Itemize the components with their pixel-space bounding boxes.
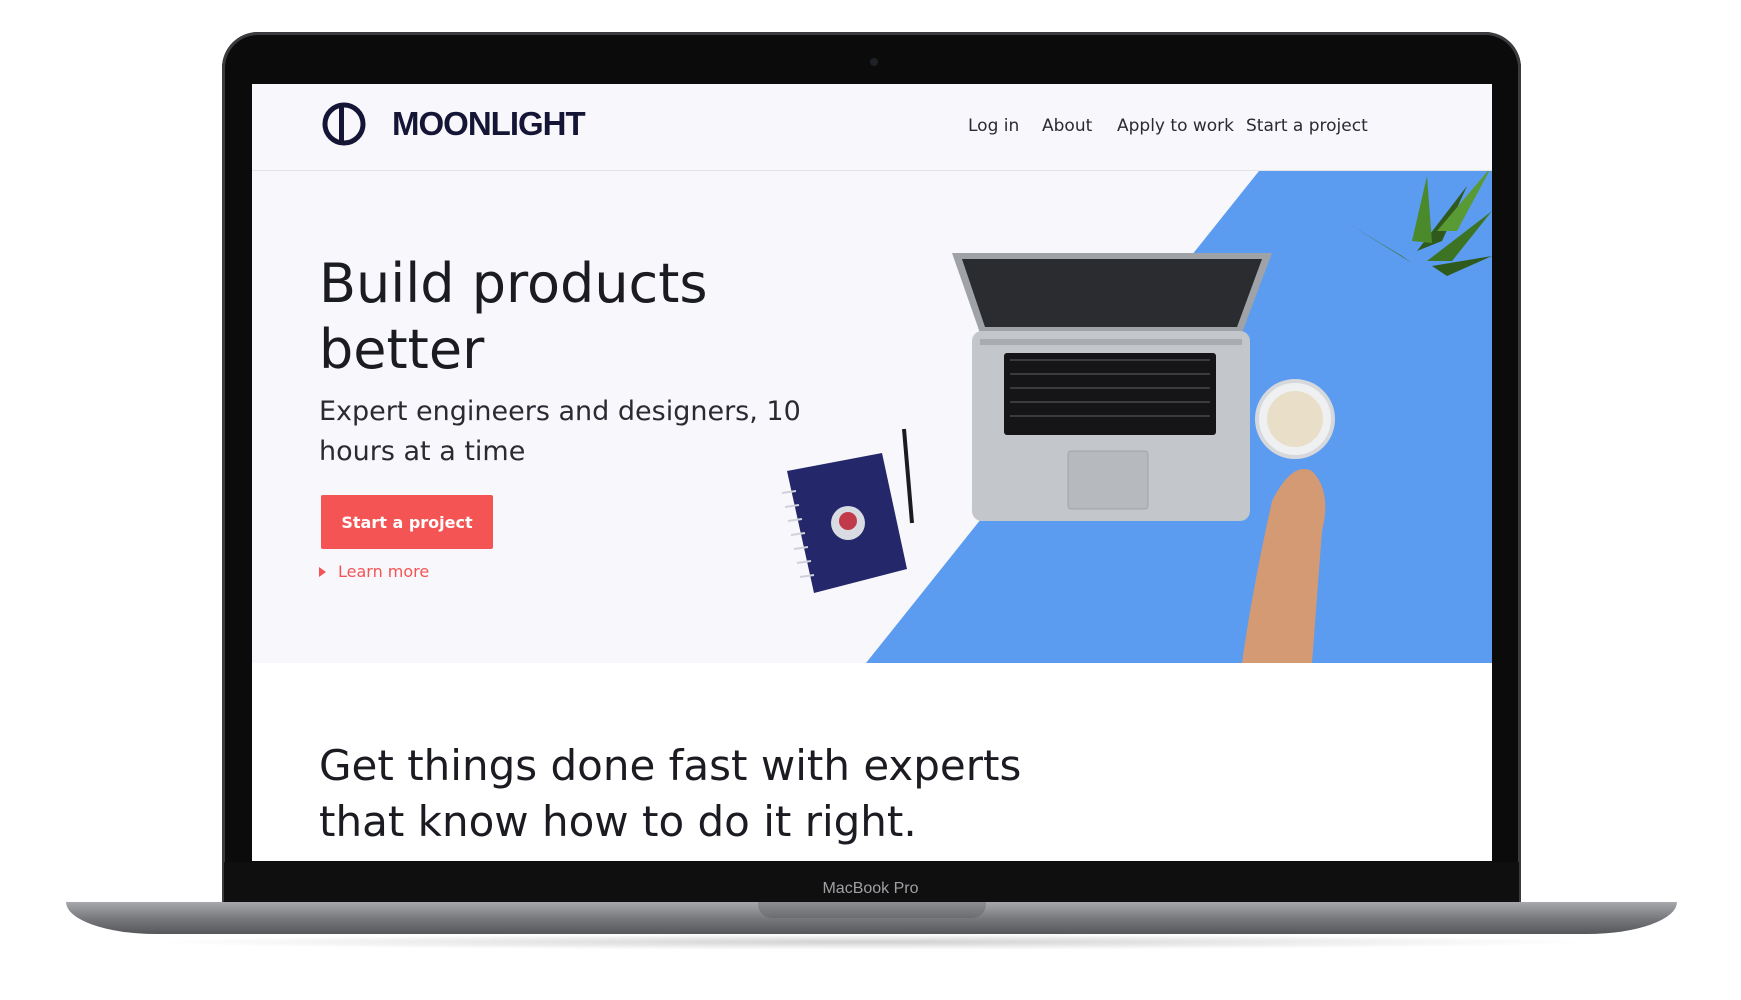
nav-start-project-link[interactable]: Start a project <box>1246 116 1368 136</box>
website-screen: MOONLIGHT Log in About Apply to work Sta… <box>252 84 1492 861</box>
device-label: MacBook Pro <box>822 880 919 897</box>
camera-icon <box>870 58 878 66</box>
navbar: MOONLIGHT Log in About Apply to work Sta… <box>252 84 1492 171</box>
play-arrow-icon <box>319 566 326 577</box>
moon-logo-icon <box>322 102 366 146</box>
laptop-photo <box>952 253 1272 521</box>
nav-about-link[interactable]: About <box>1042 116 1092 136</box>
laptop-notch <box>758 902 986 918</box>
hero-subtitle: Expert engineers and designers, 10 hours… <box>319 396 801 467</box>
hero-title: Build products better <box>319 252 708 381</box>
brand-name[interactable]: MOONLIGHT <box>392 105 586 143</box>
section-heading: Get things done fast with experts that k… <box>319 741 1022 846</box>
nav-apply-link[interactable]: Apply to work <box>1117 116 1234 136</box>
nav-login-link[interactable]: Log in <box>968 116 1019 136</box>
learn-more-link[interactable]: Learn more <box>319 562 429 581</box>
hero-section: Build products better Expert engineers a… <box>252 171 1492 663</box>
laptop-shadow <box>140 934 1600 950</box>
learn-more-label: Learn more <box>338 562 430 581</box>
start-project-button[interactable]: Start a project <box>321 495 493 549</box>
features-section: Get things done fast with experts that k… <box>252 663 1492 861</box>
